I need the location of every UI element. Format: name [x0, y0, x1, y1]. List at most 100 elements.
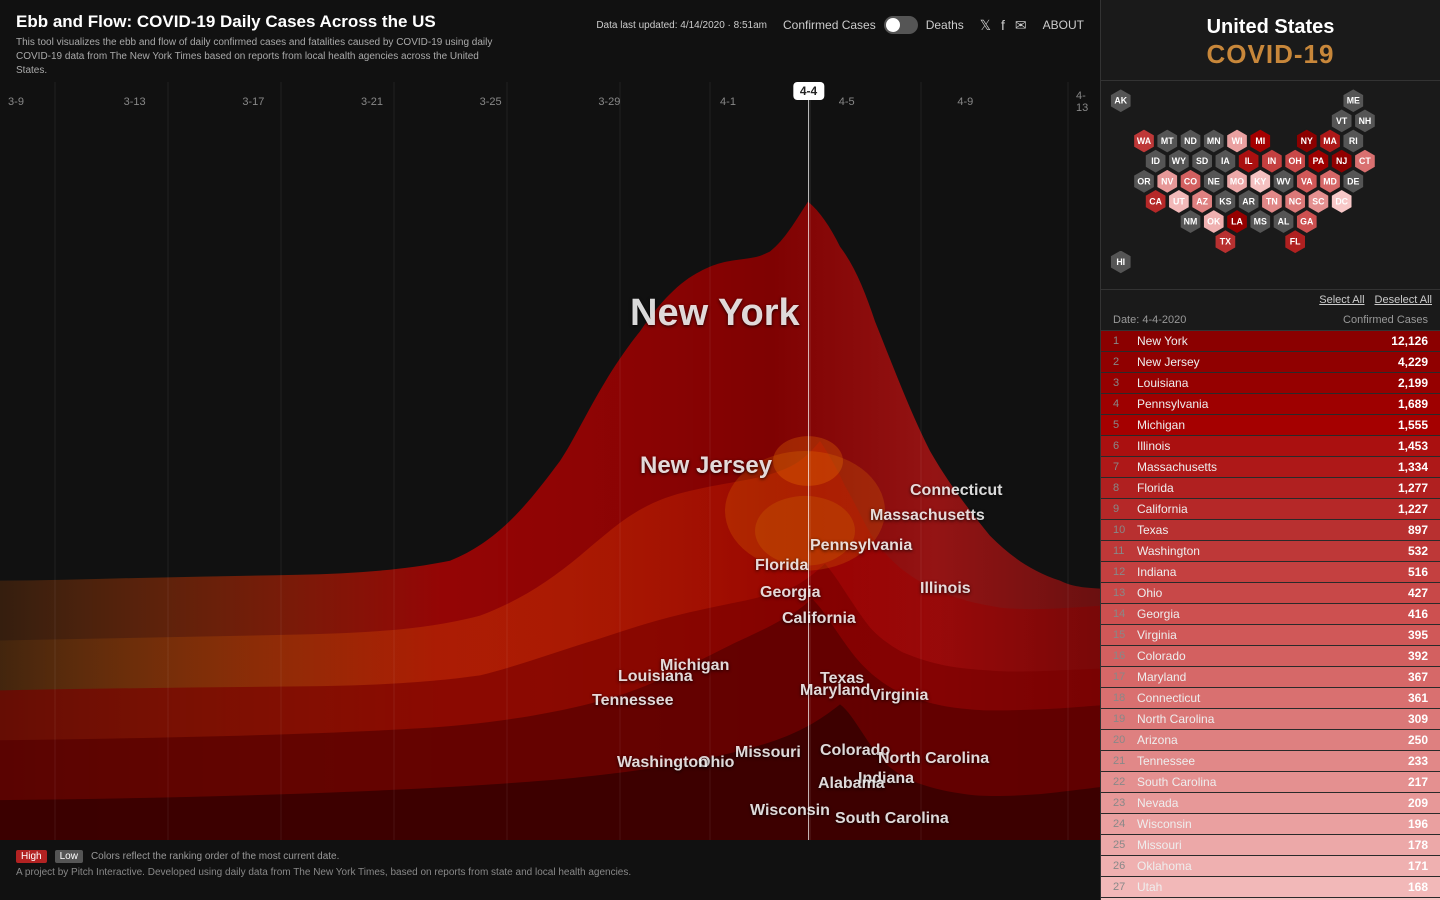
hex-state-md[interactable]: MD [1320, 169, 1341, 193]
hex-state-ms[interactable]: MS [1250, 210, 1271, 234]
hex-state-ar[interactable]: AR [1238, 189, 1259, 213]
table-row[interactable]: 9California1,227 [1101, 499, 1440, 520]
tick-label-3-13: 3-13 [124, 96, 146, 108]
hex-state-co[interactable]: CO [1180, 169, 1201, 193]
table-row[interactable]: 6Illinois1,453 [1101, 436, 1440, 457]
hex-state-ak[interactable]: AK [1110, 89, 1131, 113]
hex-state-mt[interactable]: MT [1157, 129, 1178, 153]
hex-state-dc[interactable]: DC [1331, 189, 1352, 213]
hex-state-ca[interactable]: CA [1145, 189, 1166, 213]
hex-state-nv[interactable]: NV [1157, 169, 1178, 193]
table-body[interactable]: 1New York12,1262New Jersey4,2293Louisian… [1101, 331, 1440, 900]
hex-state-nh[interactable]: NH [1355, 109, 1376, 133]
hex-state-sc[interactable]: SC [1308, 189, 1329, 213]
table-row[interactable]: 19North Carolina309 [1101, 709, 1440, 730]
table-row[interactable]: 24Wisconsin196 [1101, 814, 1440, 835]
table-row[interactable]: 26Oklahoma171 [1101, 856, 1440, 877]
hex-state-mi[interactable]: MI [1250, 129, 1271, 153]
hex-state-nc[interactable]: NC [1285, 189, 1306, 213]
cases-deaths-toggle[interactable] [884, 16, 918, 34]
table-row[interactable]: 5Michigan1,555 [1101, 415, 1440, 436]
hex-state-al[interactable]: AL [1273, 210, 1294, 234]
row-rank: 20 [1113, 734, 1137, 746]
tick-label-4-1: 4-1 [720, 96, 736, 108]
hex-state-nd[interactable]: ND [1180, 129, 1201, 153]
email-icon[interactable]: ✉ [1015, 17, 1027, 34]
hex-state-ky[interactable]: KY [1250, 169, 1271, 193]
hex-state-oh[interactable]: OH [1285, 149, 1306, 173]
about-button[interactable]: ABOUT [1043, 18, 1084, 32]
hex-state-or[interactable]: OR [1134, 169, 1155, 193]
hex-state-fl[interactable]: FL [1285, 230, 1306, 254]
row-count: 209 [1408, 796, 1428, 810]
deselect-all-button[interactable]: Deselect All [1375, 294, 1432, 306]
row-count: 532 [1408, 544, 1428, 558]
hex-state-ia[interactable]: IA [1215, 149, 1236, 173]
row-rank: 4 [1113, 398, 1137, 410]
hex-state-in[interactable]: IN [1261, 149, 1282, 173]
table-row[interactable]: 13Ohio427 [1101, 583, 1440, 604]
table-row[interactable]: 8Florida1,277 [1101, 478, 1440, 499]
hex-state-wa[interactable]: WA [1134, 129, 1155, 153]
hex-state-nj[interactable]: NJ [1331, 149, 1352, 173]
hex-state-sd[interactable]: SD [1192, 149, 1213, 173]
table-row[interactable]: 10Texas897 [1101, 520, 1440, 541]
hex-state-mo[interactable]: MO [1227, 169, 1248, 193]
row-count: 233 [1408, 754, 1428, 768]
hex-state-me[interactable]: ME [1343, 89, 1364, 113]
hex-state-ne[interactable]: NE [1203, 169, 1224, 193]
row-name: Tennessee [1137, 754, 1408, 768]
confirmed-cases-label: Confirmed Cases [783, 18, 876, 32]
hex-state-ri[interactable]: RI [1343, 129, 1364, 153]
table-row[interactable]: 16Colorado392 [1101, 646, 1440, 667]
hex-state-tn[interactable]: TN [1261, 189, 1282, 213]
hex-state-de[interactable]: DE [1343, 169, 1364, 193]
hex-state-la[interactable]: LA [1227, 210, 1248, 234]
table-row[interactable]: 20Arizona250 [1101, 730, 1440, 751]
table-row[interactable]: 1New York12,126 [1101, 331, 1440, 352]
twitter-icon[interactable]: 𝕏 [980, 17, 991, 34]
table-row[interactable]: 7Massachusetts1,334 [1101, 457, 1440, 478]
table-row[interactable]: 18Connecticut361 [1101, 688, 1440, 709]
hex-state-ks[interactable]: KS [1215, 189, 1236, 213]
hex-state-ga[interactable]: GA [1296, 210, 1317, 234]
hex-state-ma[interactable]: MA [1320, 129, 1341, 153]
hex-state-ct[interactable]: CT [1355, 149, 1376, 173]
row-rank: 10 [1113, 524, 1137, 536]
hex-state-ut[interactable]: UT [1168, 189, 1189, 213]
hex-state-nm[interactable]: NM [1180, 210, 1201, 234]
hex-state-wi[interactable]: WI [1227, 129, 1248, 153]
table-row[interactable]: 27Utah168 [1101, 877, 1440, 898]
table-row[interactable]: 15Virginia395 [1101, 625, 1440, 646]
table-row[interactable]: 4Pennsylvania1,689 [1101, 394, 1440, 415]
hex-state-wy[interactable]: WY [1168, 149, 1189, 173]
table-row[interactable]: 25Missouri178 [1101, 835, 1440, 856]
hex-state-vt[interactable]: VT [1331, 109, 1352, 133]
chart-area[interactable]: 4-4 New YorkNew JerseyConnecticutMassach… [0, 82, 1100, 840]
hex-state-pa[interactable]: PA [1308, 149, 1329, 173]
table-row[interactable]: 22South Carolina217 [1101, 772, 1440, 793]
table-row[interactable]: 23Nevada209 [1101, 793, 1440, 814]
hex-state-az[interactable]: AZ [1192, 189, 1213, 213]
hex-state-il[interactable]: IL [1238, 149, 1259, 173]
hex-state-wv[interactable]: WV [1273, 169, 1294, 193]
select-all-button[interactable]: Select All [1319, 294, 1364, 306]
hex-state-mn[interactable]: MN [1203, 129, 1224, 153]
hex-state-id[interactable]: ID [1145, 149, 1166, 173]
hex-state-ok[interactable]: OK [1203, 210, 1224, 234]
table-row[interactable]: 2New Jersey4,229 [1101, 352, 1440, 373]
table-row[interactable]: 11Washington532 [1101, 541, 1440, 562]
sidebar-covid-label: COVID-19 [1117, 39, 1424, 70]
table-row[interactable]: 17Maryland367 [1101, 667, 1440, 688]
table-row[interactable]: 3Louisiana2,199 [1101, 373, 1440, 394]
table-row[interactable]: 12Indiana516 [1101, 562, 1440, 583]
hex-map[interactable]: AK MEVTNH WAMTNDMNWIMI NYMARI IDWYSDIAILINOH… [1101, 81, 1440, 290]
hex-state-tx[interactable]: TX [1215, 230, 1236, 254]
hex-state-ny[interactable]: NY [1296, 129, 1317, 153]
table-row[interactable]: 14Georgia416 [1101, 604, 1440, 625]
table-row[interactable]: 21Tennessee233 [1101, 751, 1440, 772]
hex-state-hi[interactable]: HI [1110, 250, 1131, 274]
row-name: Texas [1137, 523, 1408, 537]
facebook-icon[interactable]: f [1001, 17, 1005, 33]
hex-state-va[interactable]: VA [1296, 169, 1317, 193]
